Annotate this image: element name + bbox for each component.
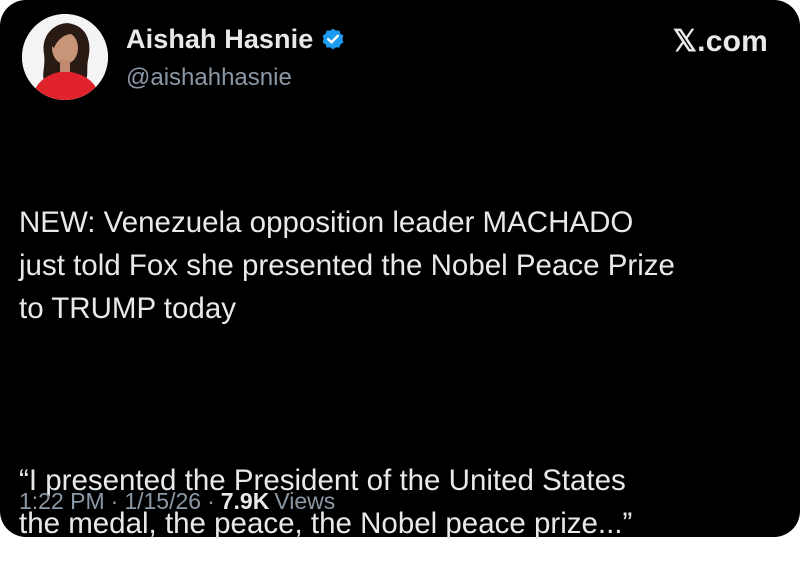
tweet-meta: 1:22 PM · 1/15/26 · 7.9K Views [19,488,335,515]
views-label: Views [274,488,336,514]
tweet-card: Aishah Hasnie @aishahhasnie 𝕏.com NEW: V… [0,0,800,540]
meta-separator: · [110,488,119,514]
tweet-date[interactable]: 1/15/26 [124,488,201,515]
brand-logo-text: 𝕏.com [672,25,768,58]
tweet-time[interactable]: 1:22 PM [19,488,105,515]
author-handle[interactable]: @aishahhasnie [126,64,292,92]
author-name-row: Aishah Hasnie [126,24,346,55]
tweet-paragraph-1: NEW: Venezuela opposition leader MACHADO… [19,206,675,325]
avatar[interactable] [22,14,108,100]
profile-photo [22,14,108,100]
tweet-body: NEW: Venezuela opposition leader MACHADO… [19,158,789,588]
views-count: 7.9K [220,488,270,514]
verified-badge-icon [322,28,344,49]
meta-separator: · [207,488,215,514]
author-display-name[interactable]: Aishah Hasnie [126,24,313,55]
